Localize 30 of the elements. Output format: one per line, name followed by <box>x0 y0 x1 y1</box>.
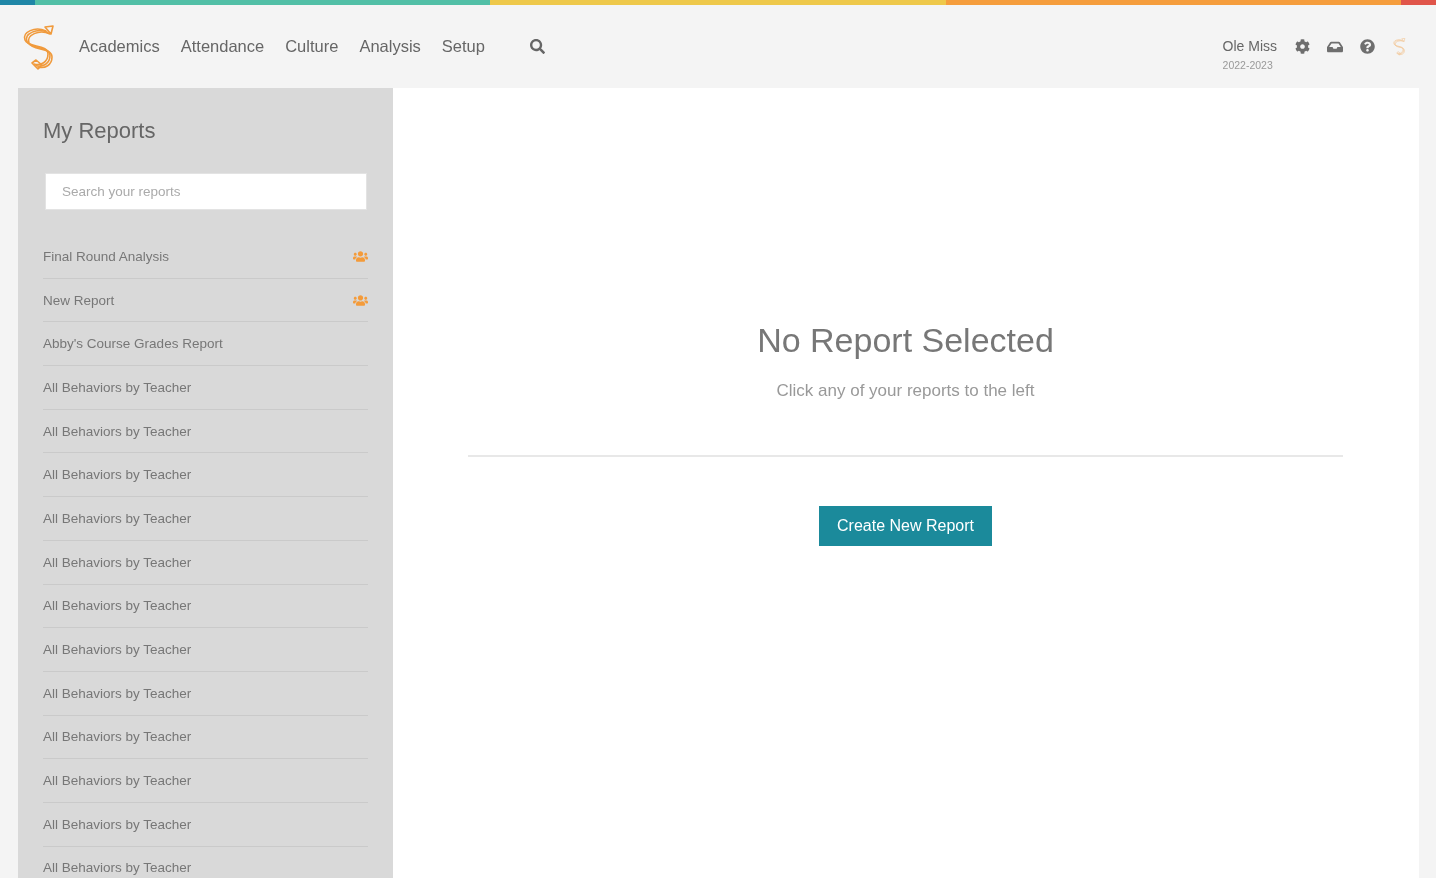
report-item[interactable]: All Behaviors by Teacher <box>43 540 368 585</box>
nav-link[interactable]: Attendance <box>180 33 265 60</box>
help-icon[interactable] <box>1360 39 1375 54</box>
report-item[interactable]: All Behaviors by Teacher <box>43 759 368 803</box>
school-year: 2022-2023 <box>1222 59 1273 71</box>
sidebar-title: My Reports <box>43 118 157 144</box>
report-item[interactable]: All Behaviors by Teacher <box>43 366 368 410</box>
report-item[interactable]: New Report <box>43 278 368 323</box>
nav-link[interactable]: Setup <box>441 33 485 60</box>
report-item[interactable]: Abby's Course Grades Report <box>43 322 368 367</box>
nav-link[interactable]: Analysis <box>359 33 421 60</box>
report-item[interactable]: Final Round Analysis <box>43 235 368 279</box>
report-item[interactable]: All Behaviors by Teacher <box>43 715 368 760</box>
report-item[interactable]: All Behaviors by Teacher <box>43 628 368 672</box>
report-item[interactable]: All Behaviors by Teacher <box>43 671 368 716</box>
empty-title: No Report Selected <box>757 320 1054 360</box>
report-item[interactable]: All Behaviors by Teacher <box>43 497 368 541</box>
report-item[interactable]: All Behaviors by Teacher <box>43 846 368 878</box>
nav-link[interactable]: Academics <box>79 33 160 60</box>
search-icon[interactable] <box>529 39 545 54</box>
school-name[interactable]: Ole Miss <box>1222 38 1277 54</box>
report-item[interactable]: All Behaviors by Teacher <box>43 584 368 629</box>
report-item[interactable]: All Behaviors by Teacher <box>43 802 368 847</box>
search-field[interactable]: Search your reports <box>45 173 367 210</box>
empty-subtitle: Click any of your reports to the left <box>776 380 1035 402</box>
create-report-button[interactable]: Create New Report <box>819 506 992 546</box>
settings-icon[interactable] <box>1295 39 1310 54</box>
report-item[interactable]: All Behaviors by Teacher <box>43 409 368 454</box>
report-item[interactable]: All Behaviors by Teacher <box>43 453 368 498</box>
nav-link[interactable]: Culture <box>285 33 339 60</box>
